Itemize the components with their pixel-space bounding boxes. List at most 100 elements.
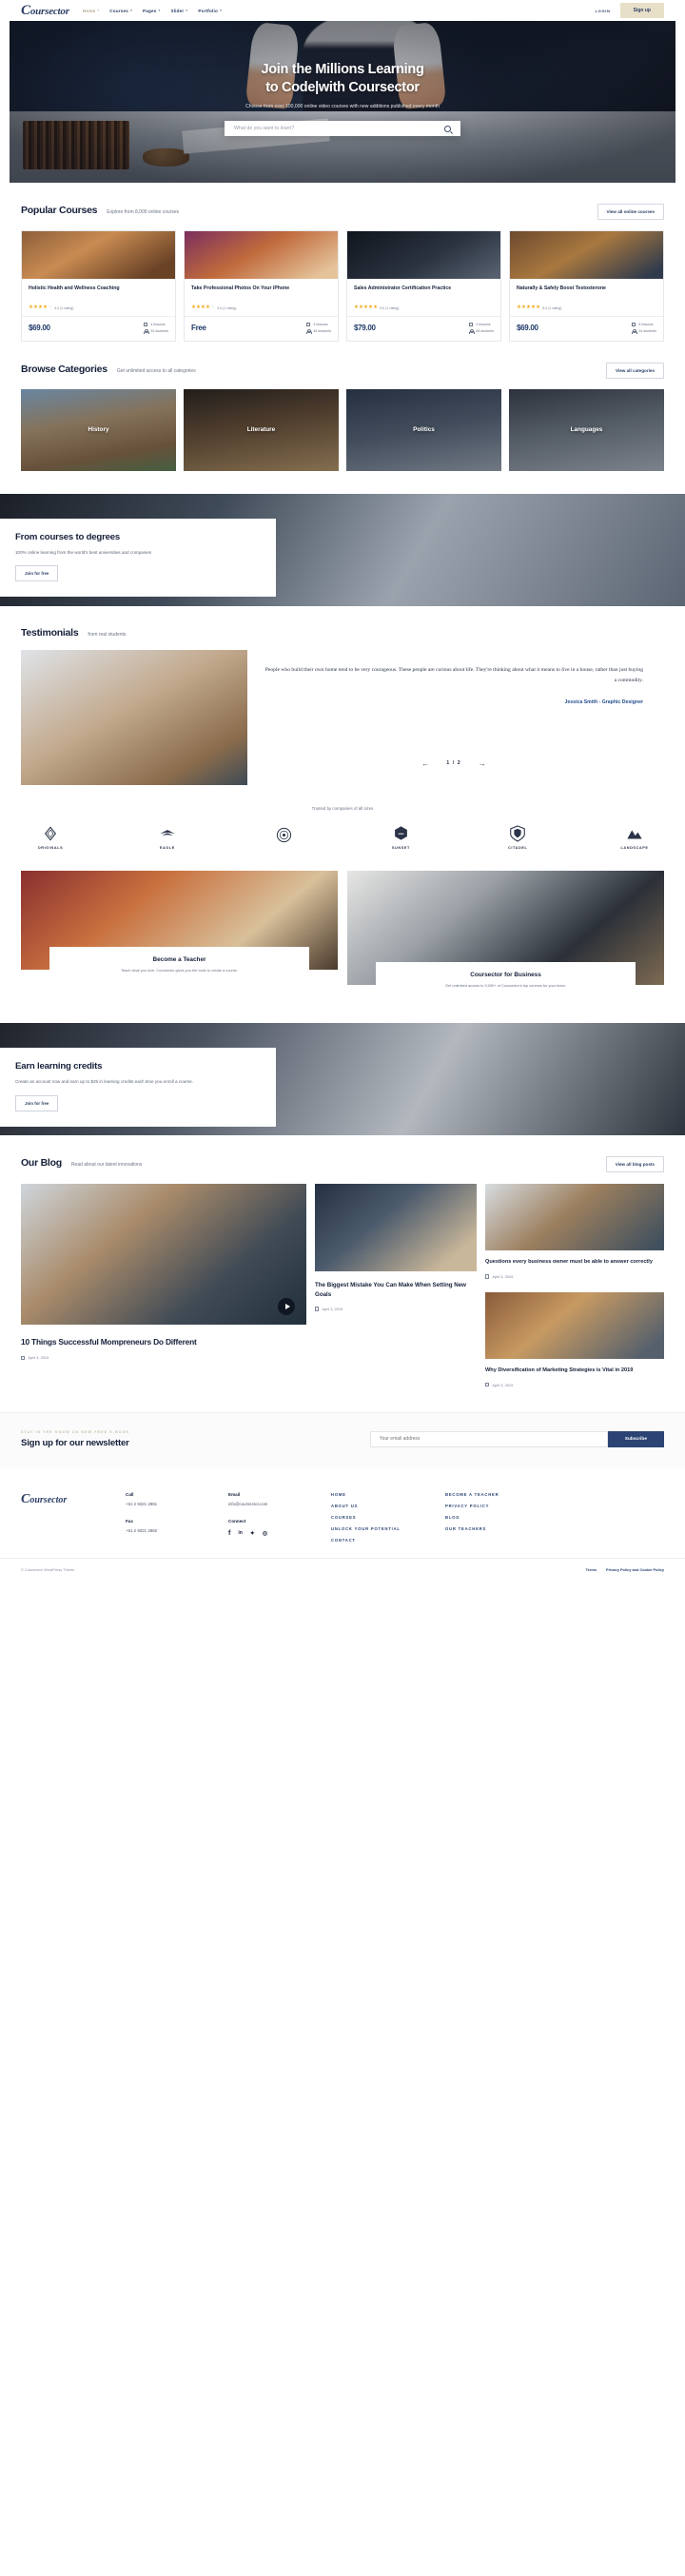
nav-item-courses[interactable]: Courses ▾ bbox=[109, 9, 132, 13]
footer-link-contact[interactable]: CONTACT bbox=[331, 1538, 445, 1543]
subscribe-button[interactable]: Subscribe bbox=[607, 1430, 664, 1447]
blog-post-secondary[interactable]: The Biggest Mistake You Can Make When Se… bbox=[315, 1184, 477, 1311]
footer-link-unlock-your-potential[interactable]: UNLOCK YOUR POTENTIAL bbox=[331, 1526, 445, 1531]
section-subtitle: from real students bbox=[88, 631, 127, 638]
section-title: Browse Categories bbox=[21, 363, 108, 375]
course-students: 32 students bbox=[144, 329, 168, 334]
promo-card-become-teacher[interactable]: Become a Teacher Teach what you love. Co… bbox=[21, 870, 338, 986]
footer-link-courses[interactable]: COURSES bbox=[331, 1515, 445, 1520]
course-rating: ★ ★ ★ ★ ☆ 4.0 (1 rating) bbox=[29, 305, 168, 311]
chevron-down-icon: ▾ bbox=[158, 9, 161, 12]
view-all-categories-button[interactable]: View all categories bbox=[605, 362, 664, 379]
blog-date-text: April 3, 2019 bbox=[28, 1355, 49, 1361]
hexagon-icon bbox=[391, 824, 410, 843]
lessons-text: 4 lessons bbox=[150, 322, 166, 326]
promo-card-for-business[interactable]: Coursector for Business Get unlimited ac… bbox=[347, 870, 664, 1001]
play-icon[interactable] bbox=[278, 1298, 295, 1316]
rating-text: 4.0 (1 rating) bbox=[217, 305, 237, 310]
course-card[interactable]: Sales Administrator Certification Practi… bbox=[346, 230, 501, 342]
view-all-blog-posts-button[interactable]: View all blog posts bbox=[605, 1156, 664, 1173]
footer-copyright-bar: © Coursector WordPress Theme Terms Priva… bbox=[0, 1557, 685, 1581]
search-input[interactable]: What do you want to learn? bbox=[234, 126, 444, 131]
category-card-languages[interactable]: Languages bbox=[509, 388, 664, 471]
email-input[interactable] bbox=[369, 1430, 608, 1447]
calendar-icon bbox=[21, 1355, 26, 1361]
arrow-left-icon[interactable]: ← bbox=[421, 759, 429, 768]
course-card[interactable]: Take Professional Photos On Your iPhone … bbox=[184, 230, 339, 342]
facebook-icon[interactable]: f bbox=[228, 1530, 230, 1537]
login-link[interactable]: LOGIN bbox=[595, 9, 610, 13]
course-price: $69.00 bbox=[517, 324, 538, 333]
twitter-icon[interactable]: ✦ bbox=[250, 1530, 255, 1537]
main-nav: Home ▾ Courses ▾ Pages ▾ Slider ▾ Portfolio ▾ bbox=[83, 9, 222, 13]
promo-title: Coursector for Business bbox=[470, 971, 541, 978]
connect-label: Connect bbox=[228, 1518, 246, 1524]
blog-post-small[interactable]: Questions every business owner must be a… bbox=[485, 1184, 664, 1279]
course-price: $69.00 bbox=[29, 324, 50, 333]
instagram-icon[interactable]: ◎ bbox=[263, 1530, 267, 1537]
nav-item-slider[interactable]: Slider ▾ bbox=[170, 9, 187, 13]
lessons-text: 4 lessons bbox=[313, 322, 328, 326]
signup-button[interactable]: Sign up bbox=[619, 3, 664, 18]
blog-image bbox=[21, 1184, 306, 1326]
linkedin-icon[interactable]: in bbox=[238, 1530, 242, 1536]
category-card-literature[interactable]: Literature bbox=[184, 388, 339, 471]
footer-link-privacy-policy[interactable]: PRIVACY POLICY bbox=[445, 1504, 559, 1508]
course-card[interactable]: Holistic Health and Wellness Coaching ★ ★… bbox=[21, 230, 176, 342]
footer-link-privacy-cookie[interactable]: Privacy Policy and Cookie Policy bbox=[606, 1567, 664, 1572]
blog-title: The Biggest Mistake You Can Make When Se… bbox=[315, 1282, 466, 1298]
newsletter-kicker: STAY IN THE KNOW ON NEW FREE E-BOOK bbox=[21, 1429, 130, 1434]
course-card-list: Holistic Health and Wellness Coaching ★ ★… bbox=[21, 230, 664, 342]
blog-post-main[interactable]: 10 Things Successful Mompreneurs Do Diff… bbox=[21, 1184, 306, 1360]
play-triangle bbox=[284, 1304, 290, 1310]
footer-logo[interactable]: Coursector bbox=[21, 1492, 126, 1543]
footer-link-blog[interactable]: BLOG bbox=[445, 1515, 559, 1520]
blog-date-text: April 3, 2019 bbox=[492, 1382, 514, 1387]
header-actions: LOGIN Sign up bbox=[595, 3, 664, 18]
course-card[interactable]: Naturally & Safely Boost Testosterone ★ ★… bbox=[509, 230, 664, 342]
nav-item-portfolio[interactable]: Portfolio ▾ bbox=[198, 9, 222, 13]
calendar-icon bbox=[315, 1307, 320, 1311]
nav-label: Portfolio bbox=[198, 8, 218, 13]
category-label: Politics bbox=[413, 426, 435, 434]
footer-link-terms[interactable]: Terms bbox=[586, 1567, 597, 1572]
hero-banner: Join the Millions Learning to Code|with … bbox=[10, 21, 675, 183]
user-icon bbox=[469, 329, 476, 334]
blog-date-text: April 3, 2019 bbox=[492, 1273, 514, 1279]
nav-item-pages[interactable]: Pages ▾ bbox=[143, 9, 160, 13]
testimonial-page-indicator: 1 / 2 bbox=[446, 760, 461, 767]
blog-post-small[interactable]: Why Diversification of Marketing Strateg… bbox=[485, 1291, 664, 1387]
site-logo[interactable]: Coursector bbox=[21, 3, 69, 19]
diamond-icon bbox=[41, 824, 60, 843]
arrow-right-icon[interactable]: → bbox=[479, 759, 486, 768]
site-header: Coursector Home ▾ Courses ▾ Pages ▾ Slider ▾… bbox=[0, 0, 685, 21]
footer-link-our-teachers[interactable]: OUR TEACHERS bbox=[445, 1526, 559, 1531]
user-icon bbox=[632, 329, 638, 334]
user-icon bbox=[144, 329, 150, 334]
footer-link-become-a-teacher[interactable]: BECOME A TEACHER bbox=[445, 1492, 559, 1497]
category-label: Languages bbox=[570, 426, 603, 434]
search-icon[interactable] bbox=[444, 125, 451, 132]
category-card-history[interactable]: History bbox=[21, 388, 176, 471]
rating-text: 5.0 (1 rating) bbox=[542, 305, 562, 310]
join-for-free-button[interactable]: Join for free bbox=[15, 565, 59, 582]
course-lessons: 4 lessons bbox=[144, 322, 168, 327]
hero-search[interactable]: What do you want to learn? bbox=[225, 121, 460, 137]
course-footer: $69.00 6 lessons 34 students bbox=[510, 315, 663, 341]
course-meta: 3 lessons 65 students bbox=[469, 322, 494, 334]
blog-date: April 3, 2019 bbox=[315, 1307, 477, 1311]
newsletter-title: Sign up for our newsletter bbox=[21, 1437, 129, 1448]
testimonials-header: Testimonials from real students bbox=[21, 627, 664, 639]
students-text: 45 students bbox=[313, 329, 331, 334]
view-all-courses-button[interactable]: View all online courses bbox=[597, 204, 664, 220]
join-for-free-button[interactable]: Join for free bbox=[15, 1094, 59, 1111]
category-card-politics[interactable]: Politics bbox=[346, 388, 501, 471]
footer-link-about-us[interactable]: ABOUT US bbox=[331, 1504, 445, 1508]
brand-name: CITADEL bbox=[508, 845, 528, 850]
testimonial-quote: People who build their own home tend to … bbox=[264, 666, 643, 683]
footer-link-home[interactable]: HOME bbox=[331, 1492, 445, 1497]
promos-section: Become a Teacher Teach what you love. Co… bbox=[0, 870, 685, 1001]
nav-label: Home bbox=[82, 8, 96, 13]
nav-item-home[interactable]: Home ▾ bbox=[83, 9, 99, 13]
credits-card: Earn learning credits Create an account … bbox=[0, 1048, 276, 1127]
